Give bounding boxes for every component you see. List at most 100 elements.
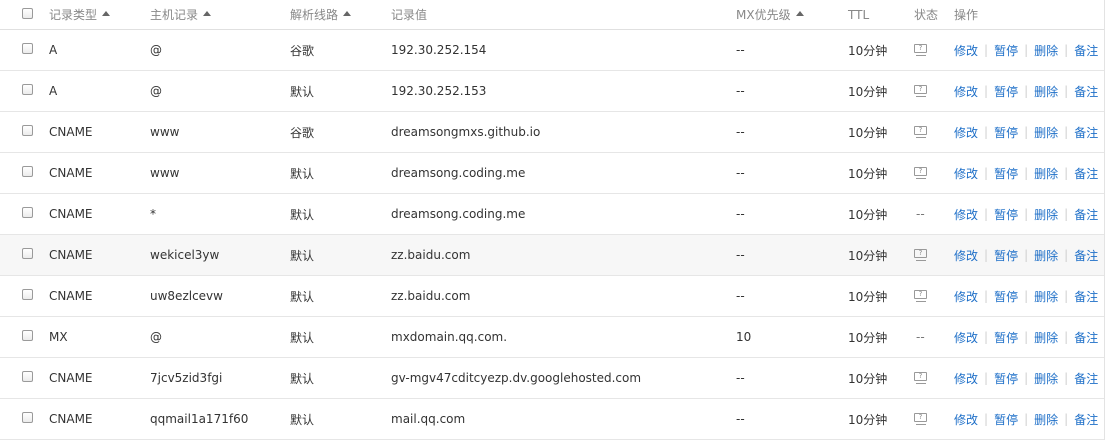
status-cell: -- [914,194,925,234]
row-select-cell[interactable] [22,358,42,398]
edit-link[interactable]: 修改 [954,288,978,305]
delete-link[interactable]: 删除 [1034,206,1058,223]
row-checkbox[interactable] [22,165,33,177]
header-mx-priority[interactable]: MX优先级 [736,0,804,29]
sort-asc-icon[interactable] [102,11,111,16]
separator: | [984,248,989,262]
note-link[interactable]: 备注 [1074,329,1098,346]
status-text: -- [916,207,925,221]
pause-link[interactable]: 暂停 [994,411,1018,428]
separator: | [1024,84,1029,98]
status-tooltip-icon[interactable]: ? [914,125,928,139]
delete-link[interactable]: 删除 [1034,247,1058,264]
delete-link[interactable]: 删除 [1034,288,1058,305]
edit-link[interactable]: 修改 [954,411,978,428]
pause-link[interactable]: 暂停 [994,83,1018,100]
record-type: A [49,43,58,57]
sort-asc-icon[interactable] [203,11,212,16]
delete-link[interactable]: 删除 [1034,83,1058,100]
delete-link[interactable]: 删除 [1034,124,1058,141]
edit-link[interactable]: 修改 [954,247,978,264]
pause-link[interactable]: 暂停 [994,124,1018,141]
status-tooltip-icon[interactable]: ? [914,84,928,98]
pause-link[interactable]: 暂停 [994,206,1018,223]
row-checkbox[interactable] [22,370,33,382]
row-select-cell[interactable] [22,276,42,316]
row-checkbox[interactable] [22,288,33,300]
note-link[interactable]: 备注 [1074,124,1098,141]
status-cell: ? [914,30,928,70]
delete-link[interactable]: 删除 [1034,329,1058,346]
row-select-cell[interactable] [22,153,42,193]
edit-link[interactable]: 修改 [954,42,978,59]
status-tooltip-icon[interactable]: ? [914,248,928,262]
row-select-cell[interactable] [22,30,42,70]
note-link[interactable]: 备注 [1074,42,1098,59]
pause-link[interactable]: 暂停 [994,370,1018,387]
host-record: wekicel3yw [150,248,220,262]
row-select-cell[interactable] [22,194,42,234]
operations: 修改 | 暂停 | 删除 | 备注 [954,153,1098,193]
note-link[interactable]: 备注 [1074,370,1098,387]
pause-link[interactable]: 暂停 [994,247,1018,264]
row-checkbox[interactable] [22,206,33,218]
delete-link[interactable]: 删除 [1034,42,1058,59]
ttl: 10分钟 [848,207,888,222]
delete-link[interactable]: 删除 [1034,370,1058,387]
row-checkbox[interactable] [22,42,33,54]
select-all-checkbox[interactable] [22,8,33,19]
separator: | [1064,207,1069,221]
status-tooltip-icon[interactable]: ? [914,371,928,385]
sort-asc-icon[interactable] [795,11,804,16]
edit-link[interactable]: 修改 [954,329,978,346]
host-record: @ [150,84,162,98]
note-link[interactable]: 备注 [1074,411,1098,428]
status-cell: ? [914,153,928,193]
row-select-cell[interactable] [22,112,42,152]
edit-link[interactable]: 修改 [954,83,978,100]
pause-link[interactable]: 暂停 [994,329,1018,346]
delete-link[interactable]: 删除 [1034,411,1058,428]
header-resolve-line[interactable]: 解析线路 [290,0,352,29]
separator: | [1024,166,1029,180]
select-all-cell[interactable] [22,0,42,29]
header-ttl-label: TTL [848,7,870,22]
row-checkbox[interactable] [22,329,33,341]
delete-link[interactable]: 删除 [1034,165,1058,182]
row-select-cell[interactable] [22,235,42,275]
host-record: 7jcv5zid3fgi [150,371,223,385]
separator: | [1064,330,1069,344]
pause-link[interactable]: 暂停 [994,165,1018,182]
row-checkbox[interactable] [22,83,33,95]
host-record: @ [150,43,162,57]
status-tooltip-icon[interactable]: ? [914,412,928,426]
row-checkbox[interactable] [22,124,33,136]
row-select-cell[interactable] [22,399,42,439]
note-link[interactable]: 备注 [1074,247,1098,264]
edit-link[interactable]: 修改 [954,165,978,182]
header-record-type[interactable]: 记录类型 [49,0,111,29]
edit-link[interactable]: 修改 [954,370,978,387]
note-link[interactable]: 备注 [1074,165,1098,182]
status-tooltip-icon[interactable]: ? [914,43,928,57]
pause-link[interactable]: 暂停 [994,42,1018,59]
note-link[interactable]: 备注 [1074,206,1098,223]
sort-asc-icon[interactable] [343,11,352,16]
row-checkbox[interactable] [22,411,33,423]
row-checkbox[interactable] [22,247,33,259]
edit-link[interactable]: 修改 [954,124,978,141]
resolve-line: 谷歌 [290,43,315,58]
note-link[interactable]: 备注 [1074,83,1098,100]
edit-link[interactable]: 修改 [954,206,978,223]
record-type: CNAME [49,289,93,303]
operations: 修改 | 暂停 | 删除 | 备注 [954,71,1098,111]
row-select-cell[interactable] [22,71,42,111]
status-tooltip-icon[interactable]: ? [914,289,928,303]
status-tooltip-icon[interactable]: ? [914,166,928,180]
note-link[interactable]: 备注 [1074,288,1098,305]
record-type: A [49,84,58,98]
row-select-cell[interactable] [22,317,42,357]
resolve-line: 默认 [290,412,315,427]
pause-link[interactable]: 暂停 [994,288,1018,305]
header-host-record[interactable]: 主机记录 [150,0,212,29]
